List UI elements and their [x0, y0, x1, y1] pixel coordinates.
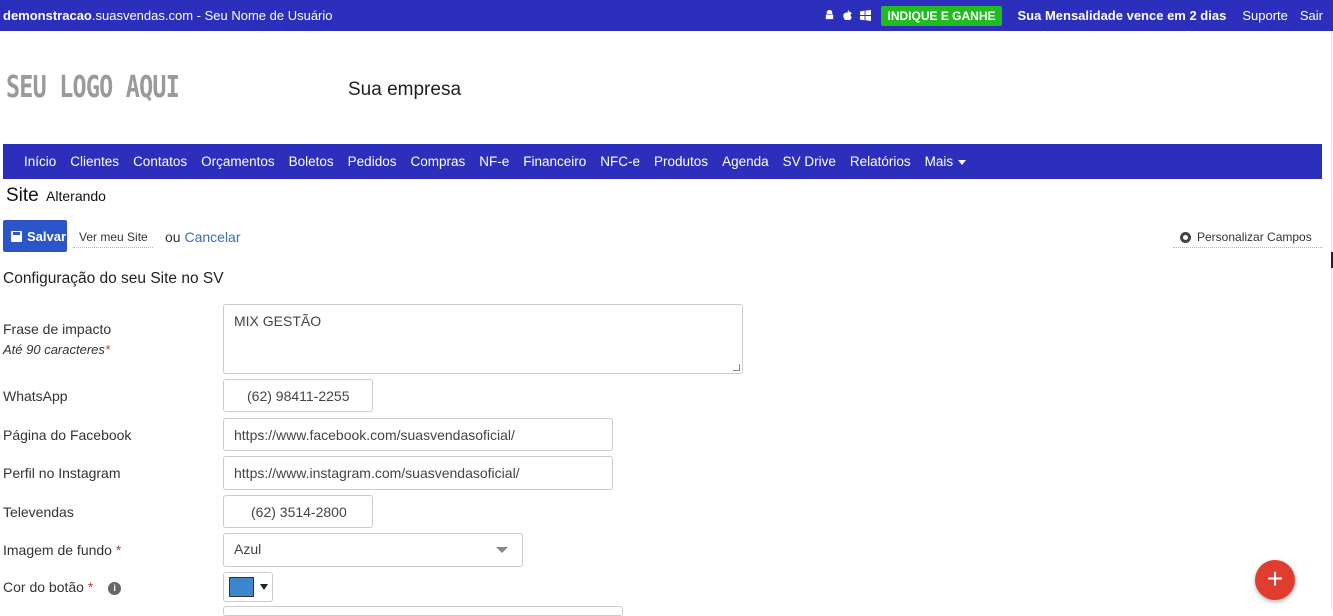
nav-item-clientes[interactable]: Clientes — [70, 154, 119, 169]
required-mark: * — [87, 579, 94, 595]
cancel-link[interactable]: Cancelar — [184, 229, 240, 245]
save-button-label: Salvar — [27, 228, 67, 244]
section-title: Configuração do seu Site no SV — [3, 270, 224, 287]
nav-item-inicio[interactable]: Início — [24, 154, 56, 169]
button-color-picker[interactable] — [223, 572, 273, 602]
chevron-down-icon — [496, 547, 508, 553]
required-mark: * — [104, 342, 110, 357]
chevron-down-icon — [260, 584, 268, 590]
televendas-label: Televendas — [3, 504, 74, 520]
logout-link[interactable]: Sair — [1300, 8, 1323, 23]
nav-item-nfce[interactable]: NFC-e — [600, 154, 640, 169]
nav-item-contatos[interactable]: Contatos — [133, 154, 187, 169]
nav-item-sv-drive[interactable]: SV Drive — [783, 154, 836, 169]
android-icon[interactable] — [824, 10, 835, 21]
nav-item-produtos[interactable]: Produtos — [654, 154, 708, 169]
customize-fields-button[interactable]: Personalizar Campos — [1173, 230, 1323, 248]
add-button[interactable]: + — [1255, 560, 1295, 600]
apple-icon[interactable] — [842, 10, 853, 21]
imagem-value: Azul — [234, 541, 262, 557]
top-bar: demonstracao.suasvendas.com - Seu Nome d… — [0, 0, 1333, 31]
imagem-label-text: Imagem de fundo — [3, 542, 112, 558]
main-nav: Início Clientes Contatos Orçamentos Bole… — [3, 144, 1322, 179]
cor-label-text: Cor do botão — [3, 579, 84, 595]
view-site-button[interactable]: Ver meu Site — [73, 230, 153, 248]
chevron-down-icon — [958, 159, 967, 165]
nav-item-pedidos[interactable]: Pedidos — [348, 154, 397, 169]
whatsapp-field[interactable]: (62) 98411-2255 — [223, 379, 373, 412]
instagram-field[interactable]: https://www.instagram.com/suasvendasofic… — [223, 456, 613, 490]
next-field-partial[interactable] — [223, 606, 623, 616]
frase-hint-text: Até 90 caracteres — [3, 342, 105, 357]
info-icon[interactable]: i — [108, 582, 122, 595]
cancel-group: ou Cancelar — [165, 229, 241, 245]
gear-icon — [1180, 231, 1191, 243]
support-link[interactable]: Suporte — [1242, 8, 1288, 23]
page-title-text: Site — [6, 185, 39, 206]
frase-value: MIX GESTÃO — [234, 313, 322, 329]
company-logo: SEU LOGO AQUI — [6, 70, 180, 105]
color-swatch — [229, 577, 254, 597]
page-subtitle: Alterando — [46, 188, 106, 204]
save-button[interactable]: Salvar — [3, 220, 67, 252]
nav-item-relatorios[interactable]: Relatórios — [850, 154, 911, 169]
domain-separator: - — [193, 8, 205, 23]
page-title: Site Alterando — [6, 185, 106, 207]
indique-e-ganhe-button[interactable]: INDIQUE E GANHE — [881, 5, 1002, 26]
nav-item-mais[interactable]: Mais — [925, 154, 967, 169]
nav-item-agenda[interactable]: Agenda — [722, 154, 769, 169]
facebook-field[interactable]: https://www.facebook.com/suasvendasofici… — [223, 418, 613, 451]
top-bar-right: INDIQUE E GANHE Sua Mensalidade vence em… — [824, 5, 1323, 26]
whatsapp-label: WhatsApp — [3, 388, 68, 404]
televendas-field[interactable]: (62) 3514-2800 — [223, 495, 373, 528]
windows-icon[interactable] — [860, 10, 872, 21]
nav-item-compras[interactable]: Compras — [410, 154, 465, 169]
domain-suffix: .suasvendas.com — [91, 8, 194, 23]
nav-item-nfe[interactable]: NF-e — [479, 154, 509, 169]
imagem-label: Imagem de fundo * — [3, 542, 121, 558]
or-text: ou — [165, 229, 181, 245]
resize-handle-icon[interactable] — [733, 364, 740, 371]
imagem-select[interactable]: Azul — [223, 533, 523, 567]
username: Seu Nome de Usuário — [204, 8, 333, 23]
facebook-label: Página do Facebook — [3, 427, 132, 443]
domain-name: demonstracao — [3, 8, 92, 23]
frase-label: Frase de impacto Até 90 caracteres* — [3, 321, 111, 357]
frase-label-text: Frase de impacto — [3, 321, 112, 337]
page-right-border — [1331, 31, 1332, 610]
nav-item-orcamentos[interactable]: Orçamentos — [201, 154, 275, 169]
cor-label: Cor do botão * i — [3, 579, 122, 595]
subscription-notice[interactable]: Sua Mensalidade vence em 2 dias — [1018, 8, 1227, 23]
company-name: Sua empresa — [348, 79, 462, 100]
account-domain: demonstracao.suasvendas.com - Seu Nome d… — [3, 8, 333, 23]
frase-textarea[interactable]: MIX GESTÃO — [223, 304, 743, 374]
customize-fields-label: Personalizar Campos — [1197, 230, 1312, 244]
nav-item-boletos[interactable]: Boletos — [289, 154, 334, 169]
required-mark: * — [115, 542, 122, 558]
instagram-label: Perfil no Instagram — [3, 465, 121, 481]
frase-hint: Até 90 caracteres* — [3, 342, 111, 357]
nav-more-label: Mais — [924, 154, 954, 169]
save-icon — [11, 230, 22, 242]
nav-item-financeiro[interactable]: Financeiro — [523, 154, 586, 169]
